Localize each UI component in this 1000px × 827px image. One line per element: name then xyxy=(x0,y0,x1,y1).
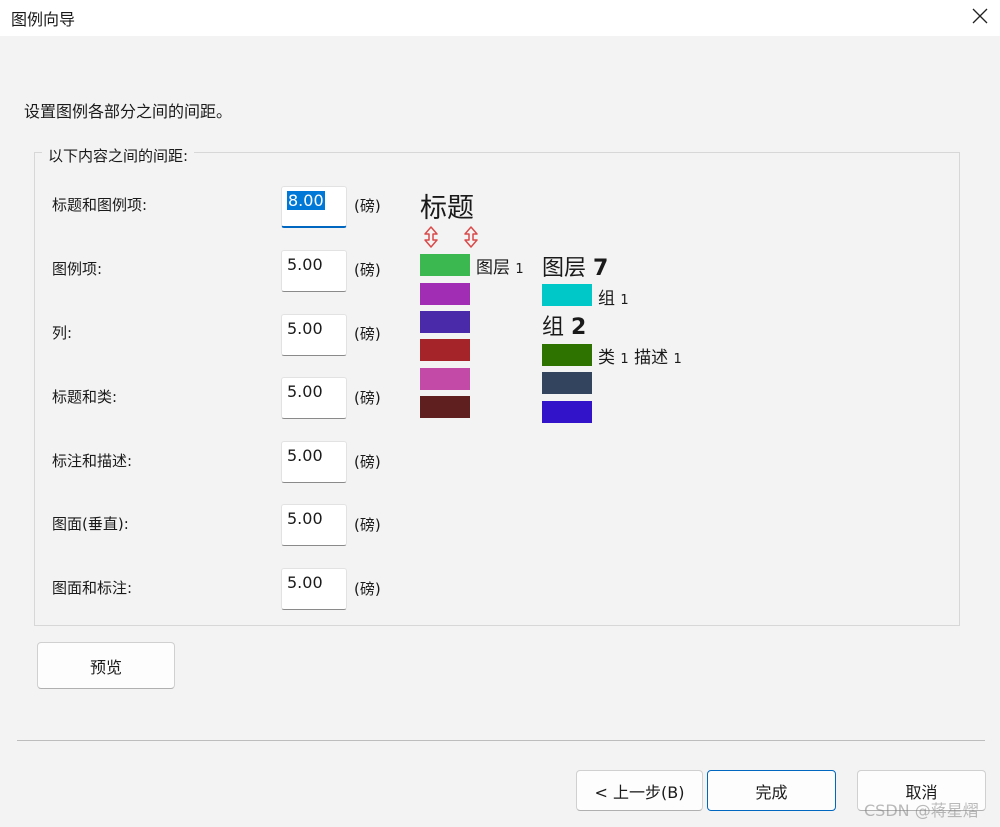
finish-button[interactable]: 完成 xyxy=(707,770,836,811)
unit-label: (磅) xyxy=(354,261,381,279)
back-button[interactable]: < 上一步(B) xyxy=(576,770,703,811)
title-class-spacing-input[interactable]: 5.00 xyxy=(281,377,347,419)
row-label-patch-vertical: 图面(垂直): xyxy=(52,515,129,533)
separator xyxy=(17,740,985,741)
preview-title: 标题 xyxy=(420,193,474,224)
legend-items-spacing-input[interactable]: 5.00 xyxy=(281,250,347,292)
legend-swatch xyxy=(542,344,592,366)
legend-swatch xyxy=(420,311,470,333)
row-label-label-description: 标注和描述: xyxy=(52,452,133,470)
preview-layer-label: 图层 1 xyxy=(476,258,524,278)
legend-swatch xyxy=(420,396,470,418)
preview-class-description-label: 类 1 描述 1 xyxy=(598,348,682,368)
legend-swatch xyxy=(542,284,592,306)
unit-label: (磅) xyxy=(354,389,381,407)
legend-swatch xyxy=(542,372,592,394)
columns-spacing-input[interactable]: 5.00 xyxy=(281,314,347,356)
patch-label-spacing-input[interactable]: 5.00 xyxy=(281,568,347,610)
legend-swatch xyxy=(420,283,470,305)
instruction-text: 设置图例各部分之间的间距。 xyxy=(24,102,233,121)
spacing-arrow-icon xyxy=(424,226,438,248)
legend-swatch xyxy=(420,254,470,276)
close-button[interactable] xyxy=(960,0,1000,32)
unit-label: (磅) xyxy=(354,580,381,598)
row-label-columns: 列: xyxy=(52,324,73,342)
preview-group1-label: 组 1 xyxy=(598,289,629,309)
row-label-title-class: 标题和类: xyxy=(52,388,118,406)
close-icon xyxy=(972,8,988,24)
title-bar: 图例向导 xyxy=(0,0,1000,36)
legend-swatch xyxy=(542,401,592,423)
spacing-arrow-icon xyxy=(464,226,478,248)
preview-button[interactable]: 预览 xyxy=(37,642,175,689)
label-description-spacing-input[interactable]: 5.00 xyxy=(281,441,347,483)
legend-swatch xyxy=(420,339,470,361)
row-label-patch-label: 图面和标注: xyxy=(52,579,133,597)
patch-vertical-spacing-input[interactable]: 5.00 xyxy=(281,504,347,546)
watermark: CSDN @蒋星熠 xyxy=(864,801,979,820)
groupbox-label: 以下内容之间的间距: xyxy=(42,145,195,166)
title-items-spacing-input[interactable]: 8.00 xyxy=(281,186,347,228)
unit-label: (磅) xyxy=(354,516,381,534)
unit-label: (磅) xyxy=(354,197,381,215)
row-label-legend-items: 图例项: xyxy=(52,260,103,278)
window-title: 图例向导 xyxy=(11,10,76,29)
row-label-title-items: 标题和图例项: xyxy=(52,196,148,214)
legend-swatch xyxy=(420,368,470,390)
preview-layer-heading: 图层 7 xyxy=(542,256,609,281)
preview-group2-heading: 组 2 xyxy=(542,315,587,340)
spacing-groupbox xyxy=(34,152,960,626)
unit-label: (磅) xyxy=(354,325,381,343)
unit-label: (磅) xyxy=(354,453,381,471)
